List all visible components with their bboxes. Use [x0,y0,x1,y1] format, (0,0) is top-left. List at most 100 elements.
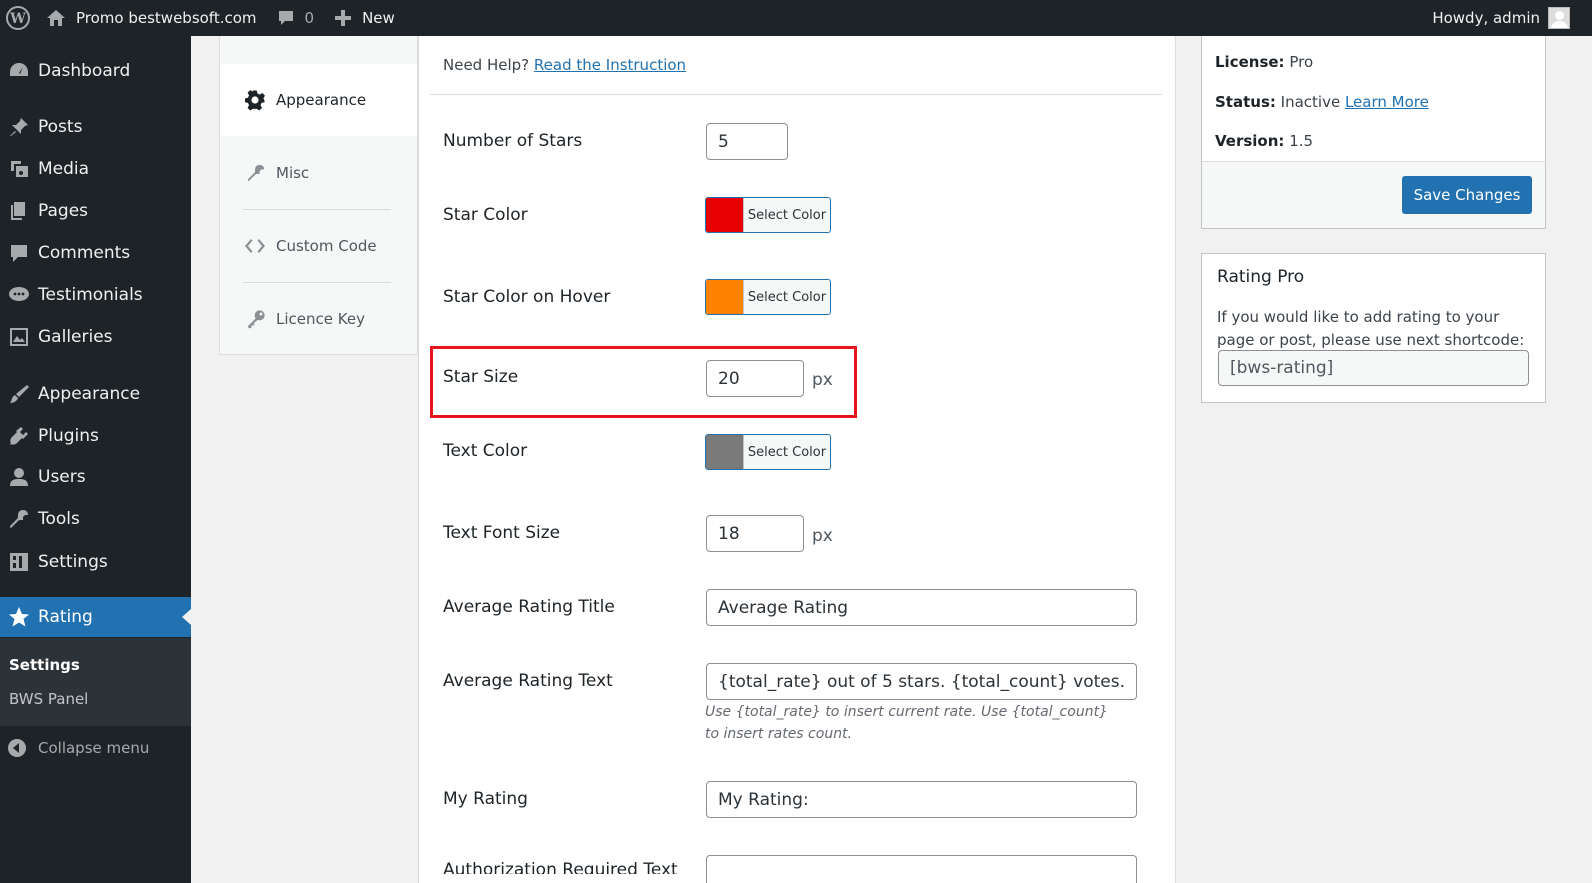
license-value: Pro [1289,53,1314,71]
version-label: Version: [1215,132,1285,150]
my-rating-input[interactable]: My Rating: [706,781,1137,818]
media-icon [0,158,38,180]
pages-icon [0,200,38,222]
settings-tabs: Appearance Misc Custom Code Licence Key [219,36,418,355]
tab-licence-key[interactable]: Licence Key [220,283,417,355]
home-icon [46,9,66,27]
average-rating-title-input[interactable]: Average Rating [706,589,1137,626]
plugin-icon [0,425,38,447]
text-color-picker[interactable]: Select Color [705,434,831,470]
avatar [1548,7,1570,29]
shortcode-field[interactable]: [bws-rating] [1218,350,1529,386]
text-font-size-input[interactable]: 18 [706,515,804,552]
sidebar-item-dashboard[interactable]: Dashboard [0,51,191,91]
tab-appearance-label: Appearance [276,91,367,109]
license-box-footer: Save Changes [1202,161,1545,228]
sidebar-item-settings[interactable]: Settings [0,542,191,582]
star-color-label: Star Color [443,205,528,225]
sidebar-item-tools[interactable]: Tools [0,499,191,539]
number-of-stars-label: Number of Stars [443,131,583,151]
tab-appearance[interactable]: Appearance [220,64,417,136]
code-icon [220,236,276,256]
authorization-required-label: Authorization Required Text [443,860,678,874]
tab-divider [243,282,391,283]
sidebar-item-users[interactable]: Users [0,457,191,497]
rating-pro-text: If you would like to add rating to your … [1217,308,1525,349]
star-color-swatch [706,198,744,232]
sidebar-item-galleries[interactable]: Galleries [0,317,191,357]
wrench-icon [0,508,38,530]
license-info: License: Pro [1215,53,1313,71]
wordpress-logo-icon[interactable]: W [0,0,36,36]
tab-custom-code[interactable]: Custom Code [220,210,417,282]
save-changes-button[interactable]: Save Changes [1402,176,1532,214]
comments-count: 0 [304,9,315,27]
submenu-item-settings[interactable]: Settings [9,656,80,674]
collapse-menu-button[interactable]: Collapse menu [0,734,191,762]
comment-bubble-icon [277,9,295,27]
sidebar-item-comments[interactable]: Comments [0,233,191,273]
license-box: License: Pro Status: Inactive Learn More… [1201,36,1546,229]
help-text: Need Help? [443,56,530,74]
tab-licence-key-label: Licence Key [276,310,365,328]
comments-link[interactable]: 0 [267,0,325,36]
status-label: Status: [1215,93,1276,111]
gear-icon [220,89,276,111]
sidebar-item-media[interactable]: Media [0,149,191,189]
star-color-hover-picker[interactable]: Select Color [705,279,831,315]
average-rating-text-input[interactable]: {total_rate} out of 5 stars. {total_coun… [706,663,1137,700]
rating-pro-title: Rating Pro [1217,267,1305,287]
sidebar-item-plugins[interactable]: Plugins [0,416,191,456]
sidebar-item-appearance[interactable]: Appearance [0,374,191,414]
wrench-icon [220,163,276,183]
average-rating-title-label: Average Rating Title [443,597,615,617]
collapse-menu-label: Collapse menu [38,739,150,757]
admin-sidebar: Dashboard Posts Media Pages Comments Tes… [0,36,191,883]
tab-custom-code-label: Custom Code [276,237,377,255]
help-line: Need Help? Read the Instruction [443,56,686,74]
sidebar-item-pages[interactable]: Pages [0,191,191,231]
text-color-label: Text Color [443,441,528,461]
text-font-size-label: Text Font Size [443,523,561,543]
star-color-select-label: Select Color [747,207,827,223]
highlight-box [430,346,857,418]
star-color-hover-label: Star Color on Hover [443,287,611,307]
user-icon [0,466,38,488]
learn-more-link[interactable]: Learn More [1345,93,1429,111]
user-account-menu[interactable]: Howdy, admin [1422,0,1592,36]
star-icon [0,606,38,628]
svg-text:W: W [9,11,26,27]
license-label: License: [1215,53,1285,71]
testimonial-icon [0,284,38,306]
status-value: Inactive [1280,93,1341,111]
plus-icon [334,9,352,27]
tab-divider [243,209,391,210]
star-color-picker[interactable]: Select Color [705,197,831,233]
rating-submenu: Settings BWS Panel [0,638,191,726]
new-label: New [362,9,395,27]
status-info: Status: Inactive Learn More [1215,93,1429,111]
sidebar-item-posts[interactable]: Posts [0,107,191,147]
brush-icon [0,383,38,405]
my-rating-label: My Rating [443,789,528,809]
key-icon [220,309,276,329]
settings-icon [0,551,38,573]
sidebar-item-rating[interactable]: Rating [0,597,191,637]
sidebar-item-testimonials[interactable]: Testimonials [0,275,191,315]
site-name-link[interactable]: Promo bestwebsoft.com [36,0,267,36]
submenu-item-bws-panel[interactable]: BWS Panel [9,690,88,708]
instruction-link[interactable]: Read the Instruction [534,56,686,74]
number-of-stars-input[interactable]: 5 [706,123,788,160]
tab-misc[interactable]: Misc [220,137,417,209]
page-heading: Appearance [443,20,564,36]
average-rating-text-label: Average Rating Text [443,671,613,691]
star-color-hover-swatch [706,280,744,314]
pin-icon [0,116,38,138]
comment-icon [0,242,38,264]
greeting: Howdy, admin [1432,9,1540,27]
authorization-required-input[interactable] [706,855,1137,883]
text-font-size-unit: px [812,526,833,546]
version-info: Version: 1.5 [1215,132,1313,150]
average-rating-text-description: Use {total_rate} to insert current rate.… [705,704,1108,742]
new-content-link[interactable]: New [324,0,405,36]
